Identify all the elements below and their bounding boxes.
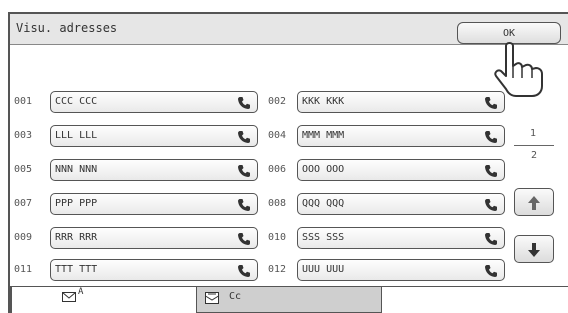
address-name: CCC CCC: [55, 96, 98, 107]
address-entry-button[interactable]: CCC CCC: [50, 91, 258, 113]
phone-icon: [237, 129, 251, 143]
envelope-icon: [62, 292, 76, 302]
address-name: MMM MMM: [302, 130, 345, 141]
phone-icon: [484, 95, 498, 109]
address-number: 003: [14, 130, 33, 141]
address-number: 001: [14, 96, 33, 107]
phone-icon: [237, 231, 251, 245]
address-entry-button[interactable]: UUU UUU: [297, 259, 505, 281]
arrow-down-icon: [528, 243, 540, 257]
screen-title: Visu. adresses: [16, 21, 118, 35]
address-number: 010: [268, 232, 287, 243]
scroll-up-button[interactable]: [514, 188, 554, 216]
tab-cc[interactable]: Cc: [196, 287, 382, 313]
phone-icon: [484, 197, 498, 211]
tab-to[interactable]: [10, 287, 198, 313]
address-entry-button[interactable]: PPP PPP: [50, 193, 258, 215]
address-number: 012: [268, 264, 287, 275]
address-name: LLL LLL: [55, 130, 98, 141]
address-name: RRR RRR: [55, 232, 98, 243]
address-name: SSS SSS: [302, 232, 345, 243]
phone-icon: [237, 263, 251, 277]
address-name: OOO OOO: [302, 164, 345, 175]
address-name: NNN NNN: [55, 164, 98, 175]
address-number: 005: [14, 164, 33, 175]
address-entry-button[interactable]: RRR RRR: [50, 227, 258, 249]
phone-icon: [237, 163, 251, 177]
phone-icon: [237, 197, 251, 211]
address-entry-button[interactable]: MMM MMM: [297, 125, 505, 147]
pointing-hand-icon: [494, 42, 543, 97]
arrow-up-icon: [528, 196, 540, 210]
page-divider: [514, 145, 554, 146]
tab-to-label: A: [78, 287, 84, 297]
address-number: 007: [14, 198, 33, 209]
address-number: 008: [268, 198, 287, 209]
total-pages: 2: [531, 150, 538, 161]
phone-icon: [484, 163, 498, 177]
address-entry-button[interactable]: NNN NNN: [50, 159, 258, 181]
address-entry-button[interactable]: KKK KKK: [297, 91, 505, 113]
address-entry-button[interactable]: SSS SSS: [297, 227, 505, 249]
address-number: 006: [268, 164, 287, 175]
envelope-icon: [205, 292, 219, 304]
address-number: 009: [14, 232, 33, 243]
address-name: QQQ QQQ: [302, 198, 345, 209]
phone-icon: [237, 95, 251, 109]
address-name: TTT TTT: [55, 264, 98, 275]
address-entry-button[interactable]: OOO OOO: [297, 159, 505, 181]
tab-cc-label: Cc: [229, 291, 242, 302]
address-entry-button[interactable]: TTT TTT: [50, 259, 258, 281]
address-name: PPP PPP: [55, 198, 98, 209]
address-entry-button[interactable]: LLL LLL: [50, 125, 258, 147]
current-page: 1: [530, 128, 537, 139]
address-name: KKK KKK: [302, 96, 345, 107]
phone-icon: [484, 231, 498, 245]
address-entry-button[interactable]: QQQ QQQ: [297, 193, 505, 215]
address-number: 002: [268, 96, 287, 107]
scroll-down-button[interactable]: [514, 235, 554, 263]
phone-icon: [484, 263, 498, 277]
address-name: UUU UUU: [302, 264, 345, 275]
address-number: 011: [14, 264, 33, 275]
phone-icon: [484, 129, 498, 143]
address-number: 004: [268, 130, 287, 141]
